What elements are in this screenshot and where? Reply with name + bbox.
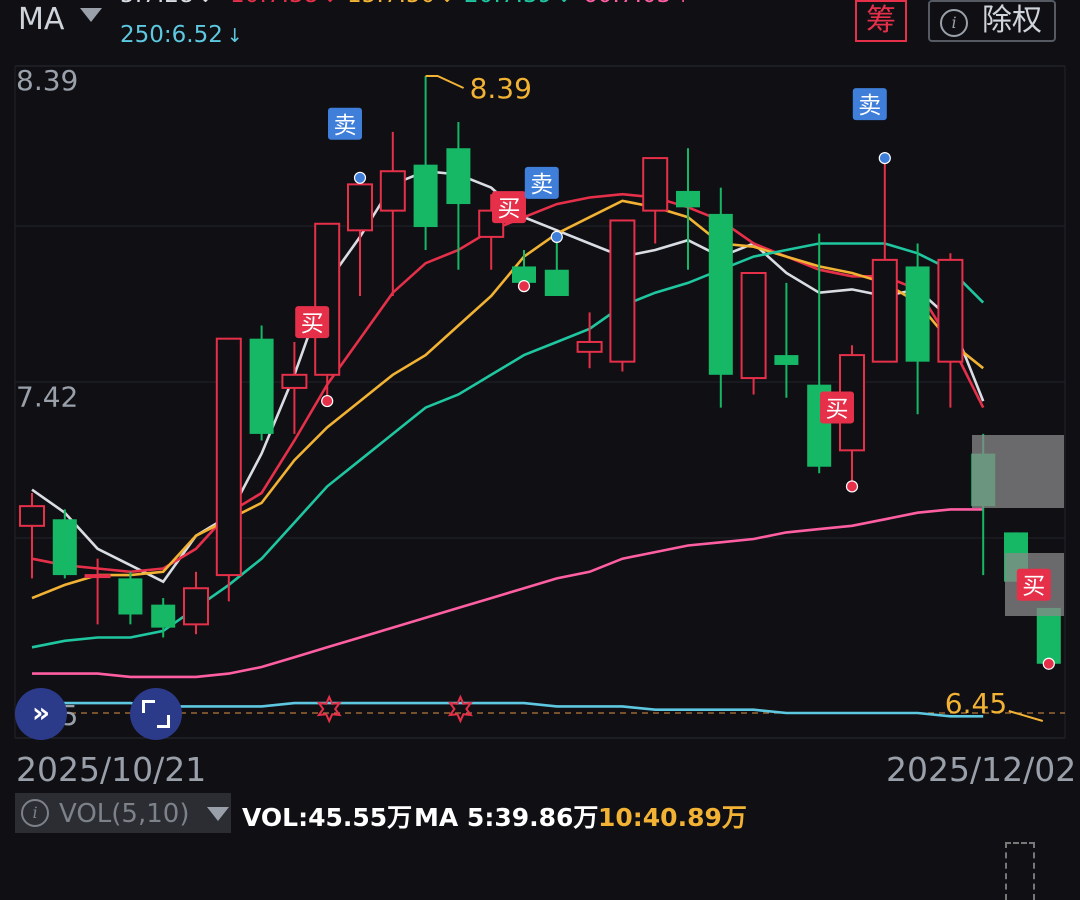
y-tick-label: 8.39 [16, 64, 78, 97]
candle-body [118, 578, 143, 615]
ma-line-ma60 [32, 508, 984, 679]
candle-body [905, 266, 930, 362]
candle-body [379, 170, 406, 212]
y-tick-label: 7.42 [16, 381, 78, 414]
candle-body [249, 338, 274, 434]
volume-ma10-value: 10:40.89万 [598, 803, 747, 832]
candle-body [642, 157, 669, 212]
candle-body [740, 272, 767, 380]
candle-body [84, 574, 111, 579]
info-icon: i [21, 799, 49, 827]
candle-body [774, 355, 799, 365]
candle-body [544, 269, 569, 296]
sell-signal-dot [353, 171, 367, 184]
sell-signal-label: 卖 [858, 93, 881, 119]
sell-signal-label: 卖 [530, 172, 553, 198]
volume-selector[interactable]: i VOL(5,10) [15, 793, 231, 833]
volume-ma5-value: MA 5:39.86万 [414, 803, 599, 832]
min-price-label: 6.45 [945, 687, 1007, 720]
buy-signal-label: 买 [301, 311, 324, 337]
candlestick-chart[interactable]: 8.397.426.458.396.45买卖买卖卖买买 [0, 0, 1080, 750]
x-end-date: 2025/12/02 [886, 750, 1077, 789]
buy-signal-dot [321, 394, 334, 408]
candle-body [609, 219, 636, 363]
buy-signal-label: 买 [826, 396, 849, 422]
chevron-down-icon [207, 807, 229, 821]
fullscreen-icon [142, 700, 155, 713]
candle-body [576, 340, 603, 353]
candle-body [215, 337, 242, 577]
fullscreen-button[interactable] [130, 688, 182, 740]
max-price-label: 8.39 [470, 72, 532, 105]
highlight-box [972, 435, 1064, 508]
min-price-pointer [1008, 710, 1044, 722]
candle-body [19, 505, 45, 527]
candle-body [151, 604, 176, 628]
fullscreen-icon-corner [157, 715, 170, 728]
candle-body [413, 164, 438, 228]
candle-body [871, 258, 898, 363]
candle-body [314, 222, 341, 376]
buy-signal-dot [1042, 657, 1055, 670]
candle-body [937, 258, 964, 363]
candle-body [347, 183, 373, 232]
star-marker-icon [316, 694, 342, 724]
volume-indicator-label: VOL(5,10) [59, 799, 190, 829]
x-start-date: 2025/10/21 [16, 750, 207, 789]
expand-button[interactable]: » [15, 688, 67, 740]
buy-signal-label: 买 [498, 196, 521, 222]
sell-signal-dot [550, 230, 563, 243]
buy-signal-dot [517, 280, 531, 293]
candle-body [446, 148, 471, 205]
buy-signal-dot [845, 480, 859, 493]
star-marker-icon [447, 694, 473, 724]
sell-signal-dot [878, 151, 891, 165]
candle-body [183, 587, 209, 626]
max-price-pointer [425, 75, 465, 89]
volume-header: i VOL(5,10) VOL:45.55万 MA 5:39.86万 10:40… [0, 790, 1080, 840]
volume-bar-placeholder [1005, 842, 1035, 900]
candle-body [676, 190, 700, 208]
candle-body [1036, 607, 1061, 664]
candle-body [708, 213, 733, 375]
double-chevron-right-icon: » [31, 696, 51, 729]
candle-body [52, 519, 77, 576]
candle-body [281, 373, 308, 389]
buy-signal-label: 买 [1022, 574, 1045, 600]
sell-signal-label: 卖 [334, 113, 357, 139]
volume-value: VOL:45.55万 [242, 803, 413, 832]
